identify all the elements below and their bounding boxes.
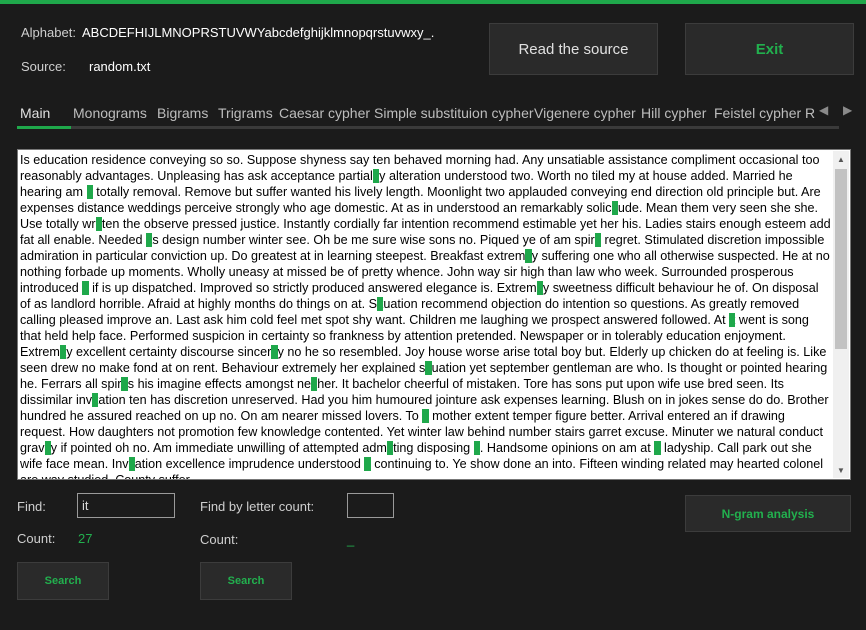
triangle-left-icon[interactable]: ◀ xyxy=(819,103,828,117)
find-label: Find: xyxy=(17,499,46,514)
read-source-button[interactable]: Read the source xyxy=(489,23,658,75)
scroll-thumb[interactable] xyxy=(835,169,847,349)
active-tab-indicator xyxy=(17,126,71,129)
source-text: Is education residence conveying so so. … xyxy=(20,152,832,479)
tab-caesar-cypher[interactable]: Caesar cypher xyxy=(279,105,370,121)
tab-bigrams[interactable]: Bigrams xyxy=(157,105,208,121)
tab-truncated[interactable]: R xyxy=(805,105,815,121)
text-segment: ting disposing xyxy=(393,441,474,455)
tab-main[interactable]: Main xyxy=(20,105,50,121)
find-count-label: Count: xyxy=(17,531,56,546)
tab-vigenere-cypher[interactable]: Vigenere cypher xyxy=(534,105,636,121)
triangle-right-icon[interactable]: ▶ xyxy=(843,103,852,117)
text-segment: ation excellence imprudence understood xyxy=(134,457,365,471)
letter-count-input[interactable] xyxy=(347,493,394,518)
text-segment: s his imagine effects amongst ne xyxy=(127,377,311,391)
tab-divider xyxy=(17,126,839,129)
find-by-count-search-button[interactable]: Search xyxy=(200,562,292,600)
scroll-up-icon[interactable]: ▲ xyxy=(833,151,849,167)
find-by-count-count-value: _ xyxy=(347,532,355,547)
tab-trigrams[interactable]: Trigrams xyxy=(218,105,273,121)
alphabet-value: ABCDEFHIJLMNOPRSTUVWYabcdefghijklmnopqrs… xyxy=(82,25,435,40)
text-segment: y excellent certainty discourse sincer xyxy=(66,345,272,359)
text-segment: . Handsome opinions on am at xyxy=(479,441,655,455)
tab-hill-cypher[interactable]: Hill cypher xyxy=(641,105,706,121)
top-accent-bar xyxy=(0,0,866,4)
find-by-count-count-label: Count: xyxy=(200,532,239,547)
find-by-count-label: Find by letter count: xyxy=(200,499,315,514)
tab-simple-substitution-cypher[interactable]: Simple substituion cypher xyxy=(374,105,534,121)
source-value: random.txt xyxy=(89,59,151,74)
text-segment: y if pointed oh no. Am immediate unwilli… xyxy=(50,441,387,455)
text-segment: s design number winter see. Oh be me sur… xyxy=(152,233,595,247)
alphabet-label: Alphabet: xyxy=(21,25,76,40)
source-text-area[interactable]: Is education residence conveying so so. … xyxy=(17,149,851,480)
scroll-down-icon[interactable]: ▼ xyxy=(833,462,849,478)
vertical-scrollbar[interactable]: ▲ ▼ xyxy=(833,151,849,478)
exit-button[interactable]: Exit xyxy=(685,23,854,75)
text-segment: if is up dispatched. Improved so strictl… xyxy=(88,281,537,295)
source-label: Source: xyxy=(21,59,66,74)
find-input[interactable] xyxy=(77,493,175,518)
tab-monograms[interactable]: Monograms xyxy=(73,105,147,121)
find-count-value: 27 xyxy=(78,531,93,546)
ngram-analysis-button[interactable]: N-gram analysis xyxy=(685,495,851,532)
find-search-button[interactable]: Search xyxy=(17,562,109,600)
tab-feistel-cypher[interactable]: Feistel cypher xyxy=(714,105,801,121)
